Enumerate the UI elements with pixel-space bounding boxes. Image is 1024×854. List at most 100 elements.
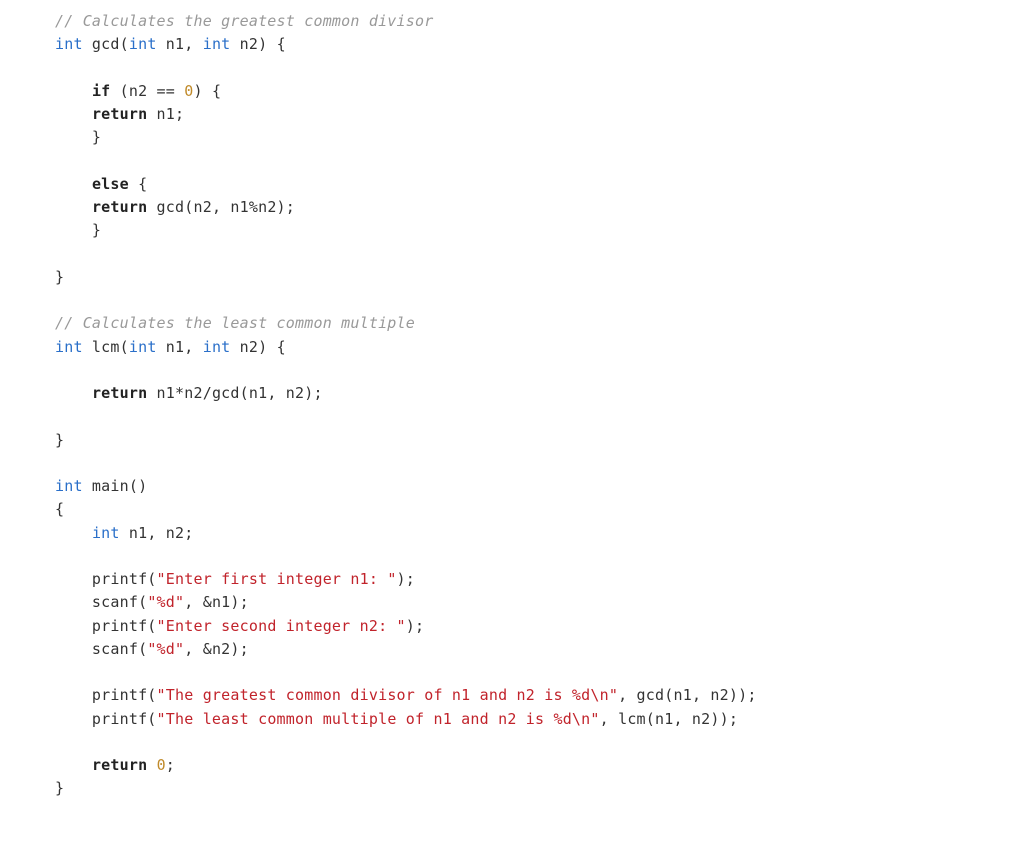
code-token: n2) { — [230, 338, 285, 356]
code-token — [55, 384, 92, 402]
code-token: "Enter first integer n1: " — [157, 570, 397, 588]
code-token: } — [55, 221, 101, 239]
code-token: , &n1); — [184, 593, 249, 611]
code-line: return n1*n2/gcd(n1, n2); — [55, 382, 1024, 405]
code-token: int — [129, 35, 157, 53]
code-token: n1, n2; — [120, 524, 194, 542]
code-token: return — [92, 384, 147, 402]
code-token: n1; — [147, 105, 184, 123]
code-line: int gcd(int n1, int n2) { — [55, 33, 1024, 56]
code-line — [55, 661, 1024, 684]
code-token — [55, 105, 92, 123]
code-token: n1, — [157, 35, 203, 53]
code-token: gcd(n2, n1%n2); — [147, 198, 295, 216]
code-token: int — [55, 477, 83, 495]
code-token: } — [55, 128, 101, 146]
code-token: int — [55, 35, 83, 53]
code-token: return — [92, 105, 147, 123]
code-token: printf( — [55, 570, 157, 588]
code-line — [55, 289, 1024, 312]
code-token: // Calculates the least common multiple — [55, 314, 415, 332]
code-token — [55, 198, 92, 216]
code-token: n1, — [157, 338, 203, 356]
code-token — [147, 756, 156, 774]
code-token: int — [203, 35, 231, 53]
code-line — [55, 545, 1024, 568]
code-token: int — [92, 524, 120, 542]
code-line — [55, 405, 1024, 428]
code-token: ) { — [194, 82, 222, 100]
code-token: printf( — [55, 617, 157, 635]
code-line: return gcd(n2, n1%n2); — [55, 196, 1024, 219]
code-line: } — [55, 777, 1024, 800]
code-token: n1*n2/gcd(n1, n2); — [147, 384, 322, 402]
code-token: (n2 == — [110, 82, 184, 100]
code-token: return — [92, 756, 147, 774]
code-token: ; — [166, 756, 175, 774]
code-token: "%d" — [147, 640, 184, 658]
code-token: int — [203, 338, 231, 356]
code-line: // Calculates the greatest common diviso… — [55, 10, 1024, 33]
code-token: } — [55, 268, 64, 286]
code-token: "Enter second integer n2: " — [157, 617, 406, 635]
code-token — [55, 82, 92, 100]
code-token: main() — [83, 477, 148, 495]
code-token: { — [55, 500, 64, 518]
code-token: "The least common multiple of n1 and n2 … — [157, 710, 600, 728]
code-token: ); — [406, 617, 424, 635]
code-line: scanf("%d", &n2); — [55, 638, 1024, 661]
code-block: // Calculates the greatest common diviso… — [0, 0, 1024, 801]
code-token: 0 — [184, 82, 193, 100]
code-line — [55, 243, 1024, 266]
code-line — [55, 150, 1024, 173]
code-line: if (n2 == 0) { — [55, 80, 1024, 103]
code-token: lcm( — [83, 338, 129, 356]
code-line: printf("The least common multiple of n1 … — [55, 708, 1024, 731]
code-line: } — [55, 429, 1024, 452]
code-line: } — [55, 266, 1024, 289]
code-token: // Calculates the greatest common diviso… — [55, 12, 433, 30]
code-token: } — [55, 779, 64, 797]
code-token: scanf( — [55, 593, 147, 611]
code-line: return 0; — [55, 754, 1024, 777]
code-token: printf( — [55, 710, 157, 728]
code-line: int n1, n2; — [55, 522, 1024, 545]
code-token: scanf( — [55, 640, 147, 658]
code-line: int lcm(int n1, int n2) { — [55, 336, 1024, 359]
code-line: // Calculates the least common multiple — [55, 312, 1024, 335]
code-line: scanf("%d", &n1); — [55, 591, 1024, 614]
code-token: ); — [397, 570, 415, 588]
code-token: int — [129, 338, 157, 356]
code-line — [55, 452, 1024, 475]
code-line: printf("Enter first integer n1: "); — [55, 568, 1024, 591]
code-token: else — [92, 175, 129, 193]
code-token: printf( — [55, 686, 157, 704]
code-line: printf("The greatest common divisor of n… — [55, 684, 1024, 707]
code-token: n2) { — [230, 35, 285, 53]
code-token: "%d" — [147, 593, 184, 611]
code-token: gcd( — [83, 35, 129, 53]
code-token: , gcd(n1, n2)); — [618, 686, 756, 704]
code-token: int — [55, 338, 83, 356]
code-line: else { — [55, 173, 1024, 196]
code-token: "The greatest common divisor of n1 and n… — [157, 686, 619, 704]
code-line — [55, 359, 1024, 382]
code-line: printf("Enter second integer n2: "); — [55, 615, 1024, 638]
code-token: } — [55, 431, 64, 449]
code-line — [55, 57, 1024, 80]
code-token: 0 — [157, 756, 166, 774]
code-line: return n1; — [55, 103, 1024, 126]
code-token — [55, 756, 92, 774]
code-token: return — [92, 198, 147, 216]
code-token: , lcm(n1, n2)); — [600, 710, 738, 728]
code-line: } — [55, 219, 1024, 242]
code-token: if — [92, 82, 110, 100]
code-token: { — [129, 175, 147, 193]
code-line: { — [55, 498, 1024, 521]
code-token — [55, 175, 92, 193]
code-token — [55, 524, 92, 542]
code-line: } — [55, 126, 1024, 149]
code-token: , &n2); — [184, 640, 249, 658]
code-line — [55, 731, 1024, 754]
code-line: int main() — [55, 475, 1024, 498]
